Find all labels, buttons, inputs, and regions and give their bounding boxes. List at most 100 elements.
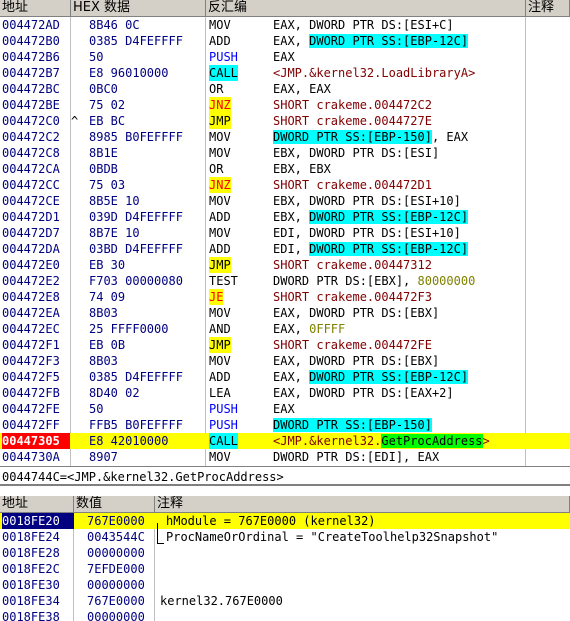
- instruction-address[interactable]: 0044730A: [2, 449, 70, 465]
- instruction-address[interactable]: 004472FF: [2, 417, 70, 433]
- stack-row[interactable]: 0018FE34 767E0000 kernel32.767E0000: [0, 593, 570, 609]
- column-header-comment[interactable]: 注释: [526, 0, 570, 17]
- operand-part: EDI, DWORD PTR DS:[ESI+10]: [273, 226, 461, 240]
- instruction-address[interactable]: 004472EC: [2, 321, 70, 337]
- instruction-address[interactable]: 004472AD: [2, 17, 70, 33]
- column-header-stack-value[interactable]: 数值: [74, 496, 155, 513]
- disasm-row[interactable]: 004472CC 75 03 JNZ SHORT crakeme.004472D1: [0, 177, 570, 193]
- stack-row[interactable]: 0018FE2C 7EFDE000: [0, 561, 570, 577]
- stack-address[interactable]: 0018FE2C: [2, 561, 74, 577]
- column-header-stack-comment[interactable]: 注释: [155, 496, 570, 513]
- disasm-row[interactable]: 004472EC 25 FFFF0000 AND EAX, 0FFFF: [0, 321, 570, 337]
- instruction-address[interactable]: 004472E0: [2, 257, 70, 273]
- disasm-row[interactable]: 004472EA 8B03 MOV EAX, DWORD PTR DS:[EBX]: [0, 305, 570, 321]
- instruction-hex: 74 09: [89, 290, 126, 304]
- instruction-address[interactable]: 004472D7: [2, 225, 70, 241]
- disasm-row[interactable]: 004472FF FFB5 B0FEFFFF PUSH DWORD PTR SS:[E…: [0, 417, 570, 433]
- operand-part: EAX: [273, 402, 295, 416]
- disasm-row[interactable]: 004472E0 EB 30 JMP SHORT crakeme.00447312: [0, 257, 570, 273]
- instruction-address[interactable]: 004472C2: [2, 129, 70, 145]
- instruction-address[interactable]: 004472EA: [2, 305, 70, 321]
- instruction-address[interactable]: 004472F5: [2, 369, 70, 385]
- instruction-operands: SHORT crakeme.00447312: [273, 257, 432, 273]
- disasm-row[interactable]: 004472F5 0385 D4FEFFFF ADD EAX, DWORD PTR S…: [0, 369, 570, 385]
- disasm-row[interactable]: 004472D7 8B7E 10 MOV EDI, DWORD PTR DS:[ESI…: [0, 225, 570, 241]
- stack-row[interactable]: 0018FE30 00000000: [0, 577, 570, 593]
- instruction-hex: FFB5 B0FEFFFF: [89, 418, 183, 432]
- disasm-row[interactable]: 004472BC 0BC0 OR EAX, EAX: [0, 81, 570, 97]
- disasm-row[interactable]: 004472C0 ^ EB BC JMP SHORT crakeme.0044727E: [0, 113, 570, 129]
- instruction-operands: EAX, DWORD PTR DS:[EBX]: [273, 353, 439, 369]
- instruction-hex: 8985 B0FEFFFF: [89, 130, 183, 144]
- operand-part: DWORD PTR SS:[EBP-12C]: [309, 210, 469, 224]
- instruction-address[interactable]: 004472CC: [2, 177, 70, 193]
- disasm-row[interactable]: 004472CA 0BDB OR EBX, EBX: [0, 161, 570, 177]
- instruction-mnemonic: MOV: [209, 18, 231, 32]
- operand-part: SHORT crakeme.00447312: [273, 258, 432, 272]
- disasm-row[interactable]: 004472F3 8B03 MOV EAX, DWORD PTR DS:[EBX]: [0, 353, 570, 369]
- instruction-address[interactable]: 004472B0: [2, 33, 70, 49]
- stack-address[interactable]: 0018FE34: [2, 593, 74, 609]
- instruction-hex: E8 42010000: [89, 434, 169, 448]
- disasm-row[interactable]: 004472B7 E8 96010000 CALL <JMP.&kernel32.Lo…: [0, 65, 570, 81]
- column-header-address[interactable]: 地址: [0, 0, 71, 17]
- instruction-address[interactable]: 004472BE: [2, 97, 70, 113]
- column-header-hex[interactable]: HEX 数据: [71, 0, 206, 17]
- disasm-row[interactable]: 004472CE 8B5E 10 MOV EBX, DWORD PTR DS:[ESI…: [0, 193, 570, 209]
- instruction-address[interactable]: 004472FE: [2, 401, 70, 417]
- instruction-operands: EDI, DWORD PTR SS:[EBP-12C]: [273, 241, 469, 257]
- disasm-row[interactable]: 004472FE 50 PUSH EAX: [0, 401, 570, 417]
- instruction-mnemonic: MOV: [209, 146, 231, 160]
- instruction-address[interactable]: 004472CA: [2, 161, 70, 177]
- instruction-hex: 50: [89, 402, 104, 416]
- disasm-row[interactable]: 004472C8 8B1E MOV EBX, DWORD PTR DS:[ESI]: [0, 145, 570, 161]
- disasm-row[interactable]: 00447305 E8 42010000 CALL <JMP.&kernel32.Ge…: [0, 433, 570, 449]
- disasm-row[interactable]: 004472DA 03BD D4FEFFFF ADD EDI, DWORD PTR S…: [0, 241, 570, 257]
- disasm-row[interactable]: 004472D1 039D D4FEFFFF ADD EBX, DWORD PTR S…: [0, 209, 570, 225]
- disasm-row[interactable]: 004472BE 75 02 JNZ SHORT crakeme.004472C2: [0, 97, 570, 113]
- instruction-address[interactable]: 004472D1: [2, 209, 70, 225]
- disasm-row[interactable]: 004472AD 8B46 0C MOV EAX, DWORD PTR DS:[ESI…: [0, 17, 570, 33]
- stack-address[interactable]: 0018FE24: [2, 529, 74, 545]
- stack-row[interactable]: 0018FE24 0043544C ProcNameOrOrdinal = "Cre…: [0, 529, 570, 545]
- instruction-address[interactable]: 004472E2: [2, 273, 70, 289]
- disasm-row[interactable]: 004472E2 F703 00000080 TEST DWORD PTR DS:[E…: [0, 273, 570, 289]
- disasm-row[interactable]: 004472B0 0385 D4FEFFFF ADD EAX, DWORD PTR S…: [0, 33, 570, 49]
- instruction-address[interactable]: 004472B6: [2, 49, 70, 65]
- disasm-row[interactable]: 004472E8 74 09 JE SHORT crakeme.004472F3: [0, 289, 570, 305]
- stack-comment: kernel32.767E0000: [160, 594, 283, 608]
- stack-address[interactable]: 0018FE28: [2, 545, 74, 561]
- disasm-row[interactable]: 004472FB 8D40 02 LEA EAX, DWORD PTR DS:[EAX…: [0, 385, 570, 401]
- disasm-row[interactable]: 004472F1 EB 0B JMP SHORT crakeme.004472FE: [0, 337, 570, 353]
- column-header-stack-address[interactable]: 地址: [0, 496, 74, 513]
- stack-row[interactable]: 0018FE28 00000000: [0, 545, 570, 561]
- stack-address[interactable]: 0018FE30: [2, 577, 74, 593]
- instruction-address[interactable]: 004472B7: [2, 65, 70, 81]
- instruction-mnemonic: OR: [209, 82, 224, 96]
- instruction-operands: SHORT crakeme.004472F3: [273, 289, 432, 305]
- disasm-row[interactable]: 004472B6 50 PUSH EAX: [0, 49, 570, 65]
- instruction-hex: 0BDB: [89, 162, 118, 176]
- instruction-address[interactable]: 004472BC: [2, 81, 70, 97]
- instruction-address[interactable]: 004472E8: [2, 289, 70, 305]
- stack-row[interactable]: 0018FE20 767E0000 hModule = 767E0000 (kern…: [0, 513, 570, 529]
- stack-address[interactable]: 0018FE38: [2, 609, 74, 621]
- instruction-address[interactable]: 00447305: [2, 433, 70, 449]
- column-header-disasm[interactable]: 反汇编: [206, 0, 526, 17]
- instruction-hex: 8B03: [89, 306, 118, 320]
- instruction-mnemonic: AND: [209, 322, 231, 336]
- instruction-address[interactable]: 004472DA: [2, 241, 70, 257]
- disassembly-pane[interactable]: 地址 HEX 数据 反汇编 注释 004472AD 8B46 0C MOV EAX, …: [0, 0, 570, 466]
- stack-row[interactable]: 0018FE38 00000000: [0, 609, 570, 621]
- instruction-address[interactable]: 004472CE: [2, 193, 70, 209]
- instruction-address[interactable]: 004472FB: [2, 385, 70, 401]
- instruction-address[interactable]: 004472C8: [2, 145, 70, 161]
- instruction-address[interactable]: 004472F3: [2, 353, 70, 369]
- stack-address[interactable]: 0018FE20: [2, 513, 74, 529]
- instruction-address[interactable]: 004472C0: [2, 113, 70, 129]
- instruction-operands: EBX, EBX: [273, 161, 331, 177]
- stack-pane[interactable]: 地址 数值 注释 0018FE20 767E0000 hModule = 767E0…: [0, 496, 570, 621]
- instruction-address[interactable]: 004472F1: [2, 337, 70, 353]
- disasm-row[interactable]: 004472C2 8985 B0FEFFFF MOV DWORD PTR SS:[EB…: [0, 129, 570, 145]
- disasm-row[interactable]: 0044730A 8907 MOV DWORD PTR DS:[EDI], EAX: [0, 449, 570, 465]
